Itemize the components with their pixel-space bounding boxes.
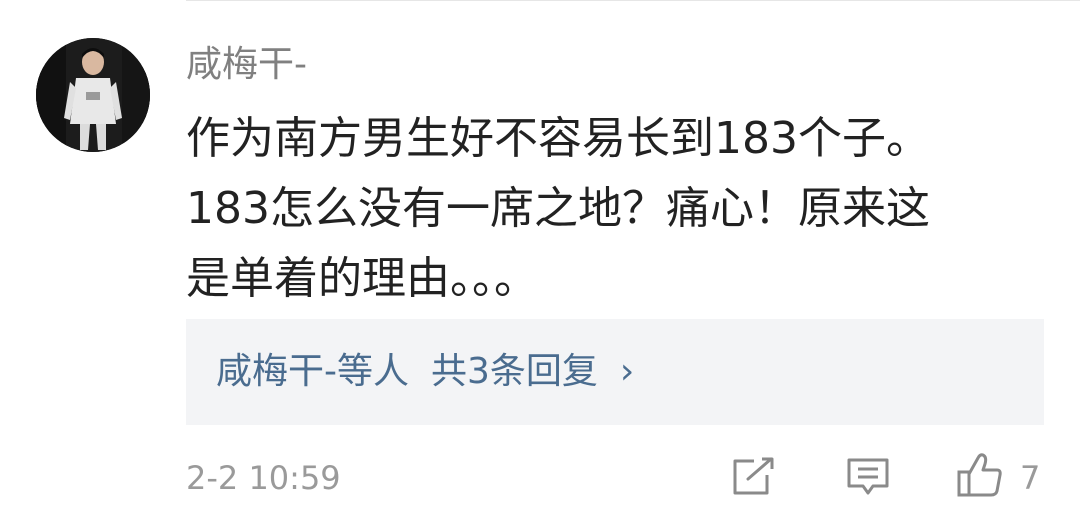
comment-body: 作为南方男生好不容易长到183个子。 183怎么没有一席之地？痛心！原来这 是单…	[186, 104, 1046, 314]
reply-count: 共3条回复	[431, 351, 598, 392]
comment-text-line: 作为南方男生好不容易长到183个子。	[186, 113, 930, 164]
replies-preview[interactable]: 咸梅干-等人 共3条回复 ›	[186, 319, 1044, 425]
comment-text-line: 183怎么没有一席之地？痛心！原来这	[186, 183, 930, 234]
comment-username[interactable]: 咸梅干-	[186, 40, 307, 90]
reply-summary-link[interactable]: 咸梅干-等人 共3条回复 ›	[216, 346, 634, 398]
edit-share-icon[interactable]	[730, 457, 776, 497]
reply-authors: 咸梅干-等人	[216, 351, 409, 392]
avatar-photo	[36, 38, 150, 152]
comment-bubble-icon[interactable]	[846, 457, 890, 497]
avatar[interactable]	[36, 38, 150, 152]
like-count: 7	[1020, 459, 1041, 497]
top-divider	[186, 0, 1080, 1]
thumbs-up-icon[interactable]	[956, 452, 1004, 498]
chevron-right-icon: ›	[619, 351, 635, 392]
comment-text-line: 是单着的理由。。。	[186, 253, 538, 304]
comment-timestamp: 2-2 10:59	[186, 459, 341, 497]
